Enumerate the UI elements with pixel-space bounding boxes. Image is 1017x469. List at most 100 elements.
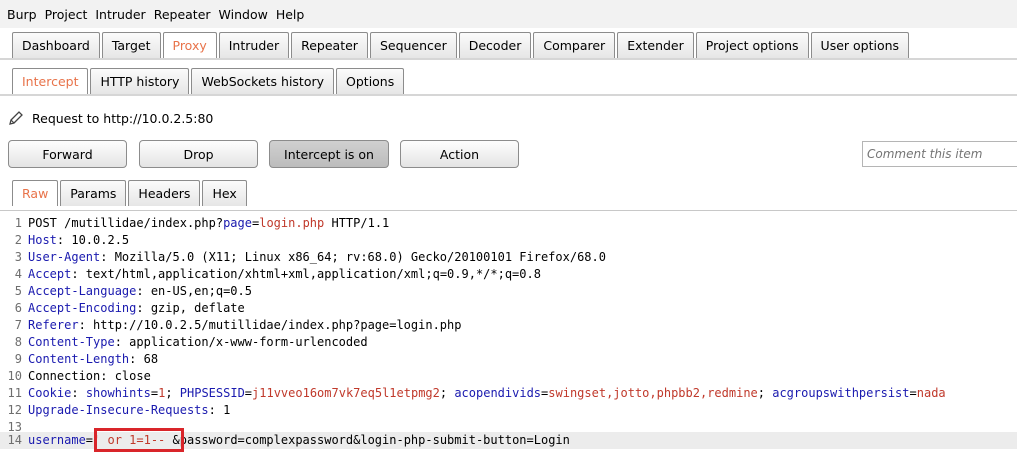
editor-tab-hex[interactable]: Hex: [202, 180, 247, 206]
request-line[interactable]: 9 Content-Length: 68: [0, 351, 1017, 368]
request-line[interactable]: 11 Cookie: showhints=1; PHPSESSID=j11vveo…: [0, 385, 1017, 402]
line-content: Accept-Encoding: gzip, deflate: [28, 300, 245, 317]
request-line[interactable]: 8 Content-Type: application/x-www-form-ur…: [0, 334, 1017, 351]
request-line[interactable]: 10 Connection: close: [0, 368, 1017, 385]
param-name: showhints: [85, 386, 151, 400]
param-name: acgroupswithpersist: [772, 386, 910, 400]
menu-item-help[interactable]: Help: [275, 7, 306, 22]
line-number: 5: [14, 284, 22, 298]
line-content: Accept: text/html,application/xhtml+xml,…: [28, 266, 541, 283]
request-line[interactable]: 1 POST /mutillidae/index.php?page=login.p…: [0, 215, 1017, 232]
menu-bar: Burp Project Intruder Repeater Window Help: [0, 0, 1017, 28]
request-line[interactable]: 4 Accept: text/html,application/xhtml+xml…: [0, 266, 1017, 283]
sub-tab-strip: [0, 94, 1017, 96]
request-text: : 68: [129, 352, 159, 366]
request-text: : 10.0.2.5: [56, 233, 130, 247]
line-number: 14: [7, 433, 22, 447]
subtab-intercept[interactable]: Intercept: [12, 68, 89, 94]
param-name: Accept-Language: [28, 284, 137, 298]
param-name: acopendivids: [454, 386, 542, 400]
main-tab-bar: Dashboard Target Proxy Intruder Repeater Sequ…: [12, 32, 911, 58]
request-line[interactable]: 6 Accept-Encoding: gzip, deflate: [0, 300, 1017, 317]
request-text: ;: [439, 386, 455, 400]
request-line[interactable]: 7 Referer: http://10.0.2.5/mutillidae/ind…: [0, 317, 1017, 334]
tab-proxy[interactable]: Proxy: [162, 32, 217, 58]
menu-item-burp[interactable]: Burp: [6, 7, 38, 22]
line-content: User-Agent: Mozilla/5.0 (X11; Linux x86_…: [28, 249, 606, 266]
param-name: User-Agent: [28, 250, 101, 264]
request-line[interactable]: 5 Accept-Language: en-US,en;q=0.5: [0, 283, 1017, 300]
line-content: Host: 10.0.2.5: [28, 232, 129, 249]
line-content: Referer: http://10.0.2.5/mutillidae/inde…: [28, 317, 461, 334]
request-text: Connection: close: [28, 369, 151, 383]
line-content: Connection: close: [28, 368, 151, 385]
tab-intruder[interactable]: Intruder: [218, 32, 290, 58]
menu-item-intruder[interactable]: Intruder: [94, 7, 146, 22]
param-value: nada: [916, 386, 946, 400]
tab-dashboard[interactable]: Dashboard: [12, 32, 100, 58]
request-text: POST /mutillidae/index.php?: [28, 216, 224, 230]
request-text: &password=complexpassword&login-php-subm…: [172, 433, 570, 447]
param-name: Referer: [28, 318, 79, 332]
editor-tab-raw[interactable]: Raw: [12, 180, 59, 206]
request-text: ;: [165, 386, 180, 400]
menu-item-window[interactable]: Window: [218, 7, 269, 22]
tab-target[interactable]: Target: [101, 32, 161, 58]
editor-tab-headers[interactable]: Headers: [128, 180, 201, 206]
tab-sequencer[interactable]: Sequencer: [369, 32, 457, 58]
request-text: =: [909, 386, 917, 400]
line-content: Content-Length: 68: [28, 351, 158, 368]
subtab-options[interactable]: Options: [336, 68, 405, 94]
param-name: Accept: [28, 267, 72, 281]
line-content: Upgrade-Insecure-Requests: 1: [28, 402, 230, 419]
param-name: Upgrade-Insecure-Requests: [28, 403, 209, 417]
tab-comparer[interactable]: Comparer: [533, 32, 616, 58]
param-value: swingset,jotto,phpbb2,redmine: [548, 386, 758, 400]
line-number: 7: [14, 318, 22, 332]
comment-input[interactable]: [862, 141, 1017, 167]
line-content: Accept-Language: en-US,en;q=0.5: [28, 283, 252, 300]
param-name: page: [223, 216, 252, 230]
forward-button[interactable]: Forward: [8, 140, 127, 168]
tab-user-options[interactable]: User options: [810, 32, 910, 58]
param-name: Content-Length: [28, 352, 130, 366]
request-line[interactable]: 12 Upgrade-Insecure-Requests: 1: [0, 402, 1017, 419]
request-text: : 1: [208, 403, 231, 417]
request-text: : http://10.0.2.5/mutillidae/index.php?p…: [78, 318, 462, 332]
request-line[interactable]: 3 User-Agent: Mozilla/5.0 (X11; Linux x86…: [0, 249, 1017, 266]
request-text: : gzip, deflate: [136, 301, 245, 315]
param-name: Accept-Encoding: [28, 301, 137, 315]
request-line[interactable]: 2 Host: 10.0.2.5: [0, 232, 1017, 249]
line-number: 11: [7, 386, 22, 400]
param-name: PHPSESSID: [179, 386, 245, 400]
drop-button[interactable]: Drop: [139, 140, 258, 168]
line-number: 2: [14, 233, 22, 247]
editor-tab-params[interactable]: Params: [60, 180, 127, 206]
subtab-http-history[interactable]: HTTP history: [90, 68, 190, 94]
param-name: username: [28, 433, 86, 447]
action-button[interactable]: Action: [400, 140, 519, 168]
menu-item-repeater[interactable]: Repeater: [153, 7, 212, 22]
payload-highlight-box: [94, 428, 184, 452]
request-text: :: [71, 386, 86, 400]
request-text: : en-US,en;q=0.5: [136, 284, 252, 298]
param-name: Host: [28, 233, 57, 247]
main-tab-strip: [0, 58, 1017, 60]
line-number: 3: [14, 250, 22, 264]
line-number: 12: [7, 403, 22, 417]
line-content: Content-Type: application/x-www-form-url…: [28, 334, 368, 351]
menu-item-project[interactable]: Project: [44, 7, 89, 22]
subtab-websockets-history[interactable]: WebSockets history: [191, 68, 335, 94]
tab-decoder[interactable]: Decoder: [458, 32, 532, 58]
line-number: 4: [14, 267, 22, 281]
param-name: Cookie: [28, 386, 72, 400]
request-text: : application/x-www-form-urlencoded: [114, 335, 368, 349]
tab-repeater[interactable]: Repeater: [291, 32, 368, 58]
tab-project-options[interactable]: Project options: [695, 32, 809, 58]
param-name: Content-Type: [28, 335, 115, 349]
tab-extender[interactable]: Extender: [617, 32, 694, 58]
intercept-toggle-button[interactable]: Intercept is on: [269, 140, 389, 168]
line-number: 8: [14, 335, 22, 349]
request-text: =: [244, 386, 253, 400]
request-text: =: [150, 386, 159, 400]
